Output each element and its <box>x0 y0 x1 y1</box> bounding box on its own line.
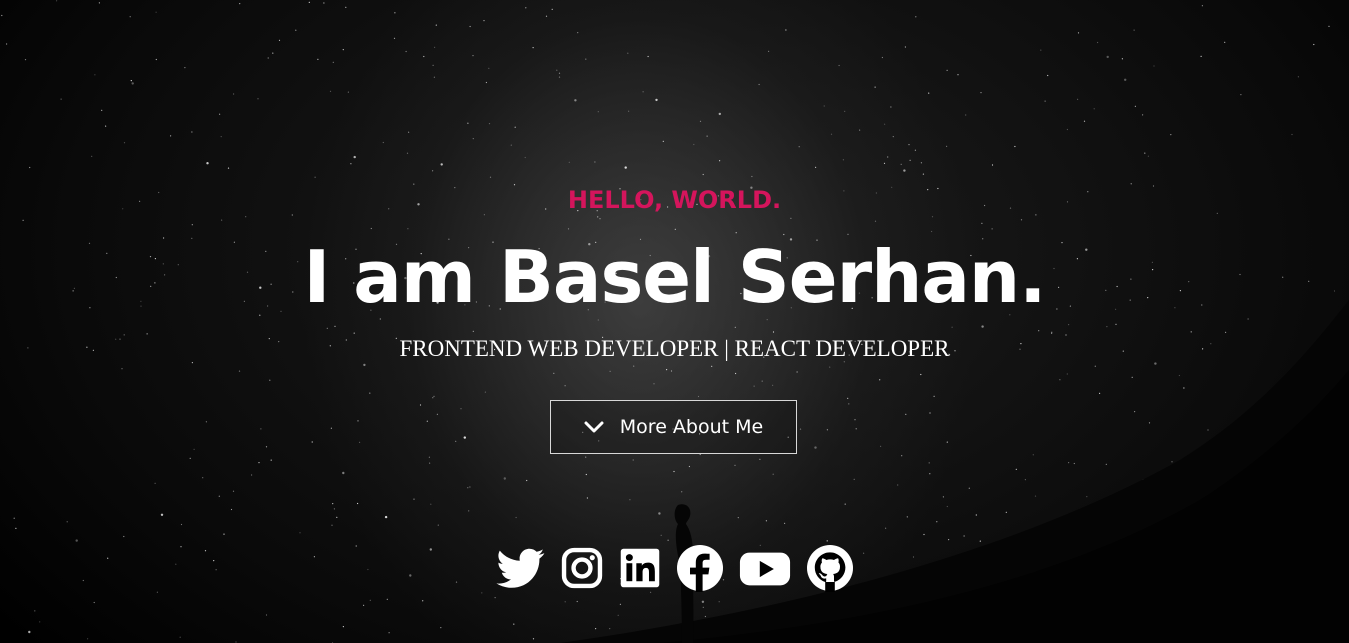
more-about-me-label: More About Me <box>619 416 764 438</box>
greeting-text: HELLO, WORLD. <box>567 186 782 214</box>
chevron-down-icon <box>584 421 604 433</box>
linkedin-link[interactable] <box>618 544 662 592</box>
twitter-link[interactable] <box>495 544 546 592</box>
social-links <box>0 544 1349 592</box>
hero-name-heading: I am Basel Serhan. <box>303 235 1046 319</box>
facebook-icon <box>676 545 723 592</box>
hero-content: HELLO, WORLD. I am Basel Serhan. FRONTEN… <box>0 0 1349 643</box>
github-icon <box>806 545 853 592</box>
github-link[interactable] <box>806 544 854 592</box>
hero-tagline: FRONTEND WEB DEVELOPER | REACT DEVELOPER <box>399 336 950 361</box>
facebook-link[interactable] <box>676 544 724 592</box>
hero-section: HELLO, WORLD. I am Basel Serhan. FRONTEN… <box>0 0 1349 643</box>
instagram-icon <box>561 547 602 589</box>
instagram-link[interactable] <box>560 544 604 592</box>
linkedin-icon <box>620 548 659 588</box>
more-about-me-button[interactable]: More About Me <box>550 400 797 454</box>
youtube-icon <box>739 552 790 586</box>
youtube-link[interactable] <box>738 544 792 592</box>
twitter-icon <box>495 548 544 588</box>
